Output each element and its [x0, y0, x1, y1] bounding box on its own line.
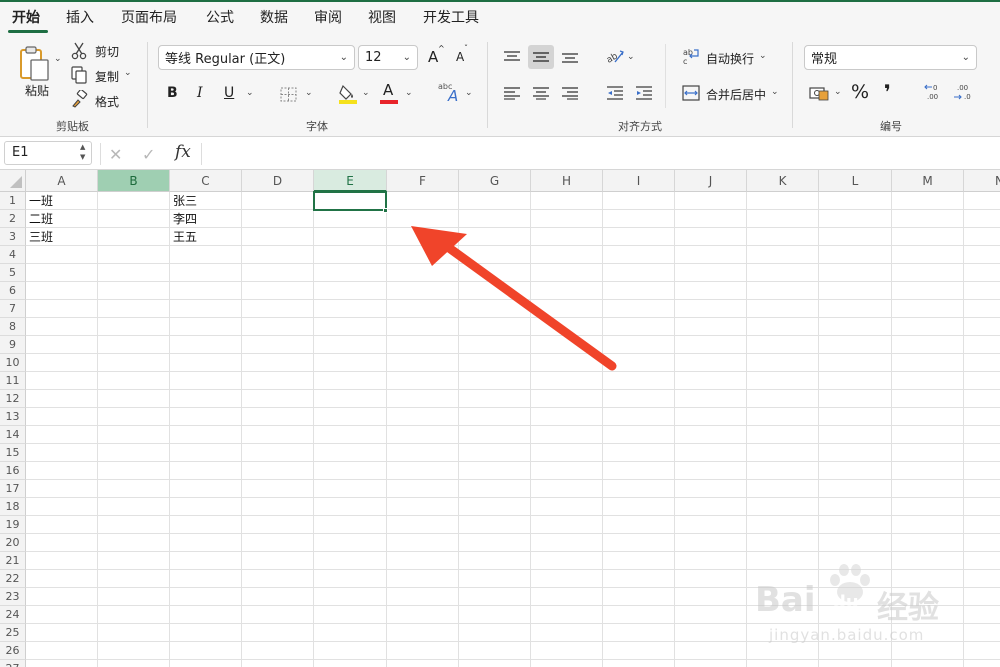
watermark-brand: Bai — [755, 580, 816, 620]
watermark-brand-du: du — [833, 592, 859, 613]
baidu-watermark: Bai du 经验 jingyan.baidu.com — [755, 560, 985, 660]
red-arrow-icon — [411, 226, 617, 371]
watermark-url: jingyan.baidu.com — [769, 626, 925, 644]
watermark-brand-cn: 经验 — [877, 590, 939, 626]
